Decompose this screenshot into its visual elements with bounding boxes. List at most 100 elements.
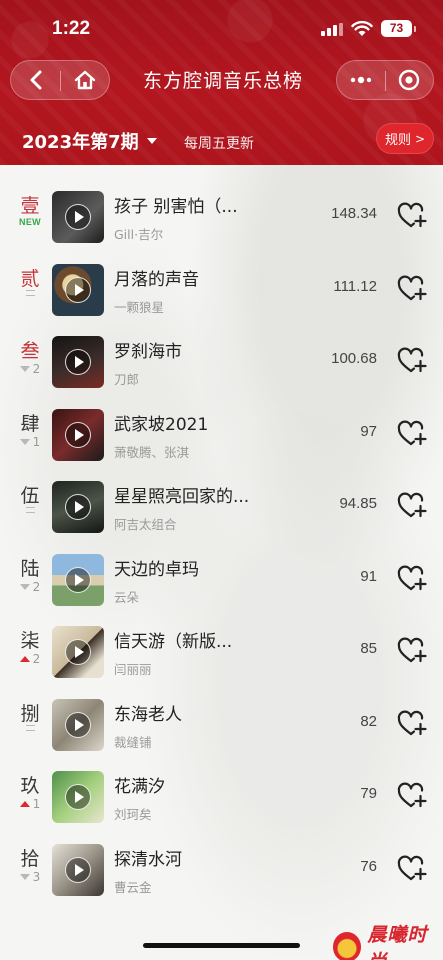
rank-number: 柒 [20, 630, 40, 652]
add-favorite-heart-icon[interactable] [397, 202, 427, 230]
artist-name: 云朵 [114, 589, 140, 605]
add-favorite-heart-icon[interactable] [397, 637, 427, 665]
song-title: 探清水河 [114, 849, 182, 870]
artist-name: 闫丽丽 [114, 662, 152, 677]
rank-trend [12, 507, 48, 513]
trend-change: 2 [32, 652, 41, 666]
artist-name: 刘珂矣 [114, 807, 152, 822]
chart-row[interactable]: 叁 2 罗刹海市 刀郎 100.68 [0, 328, 443, 400]
home-indicator[interactable] [143, 943, 300, 948]
chart-row[interactable]: 柒 2 信天游（新版... 闫丽丽 85 [0, 618, 443, 690]
song-score: 111.12 [333, 277, 377, 295]
trend-change: 2 [32, 362, 41, 376]
triangle-up-icon [19, 801, 30, 807]
album-cover[interactable] [52, 553, 104, 606]
equal-icon [25, 289, 35, 296]
rank-trend: NEW [12, 217, 48, 227]
play-icon[interactable] [65, 566, 91, 593]
song-title: 武家坡2021 [114, 414, 209, 435]
watermark: 晨曦时尚 [333, 920, 443, 960]
rank-trend: 1 [12, 797, 48, 811]
week-label: 2023年第7期 [22, 132, 139, 153]
back-button[interactable] [11, 61, 60, 99]
artist-name: 裁缝铺 [114, 734, 152, 750]
artist-name: 萧敬腾、张淇 [114, 444, 190, 460]
chart-row[interactable]: 伍 星星照亮回家的... 阿吉太组合 94.85 [0, 473, 443, 545]
add-favorite-heart-icon[interactable] [397, 275, 427, 303]
rank-trend: 3 [12, 870, 48, 884]
target-close-icon [398, 69, 420, 91]
chevron-right-icon: > [414, 131, 426, 146]
play-icon[interactable] [65, 494, 91, 520]
signal-icon [321, 23, 343, 36]
play-icon[interactable] [65, 639, 91, 665]
rank-number: 壹 [20, 195, 40, 217]
album-cover[interactable] [52, 336, 104, 388]
nav-left-capsule [10, 60, 110, 100]
battery-level: 73 [389, 21, 404, 35]
chart-row[interactable]: 贰 月落的声音 一颗狼星 111.12 [0, 256, 443, 328]
add-favorite-heart-icon[interactable] [397, 710, 427, 738]
add-favorite-heart-icon[interactable] [397, 782, 427, 810]
status-bar: 1:22 73 [0, 0, 443, 58]
battery-icon: 73 [381, 20, 416, 37]
song-score: 91 [360, 567, 377, 585]
rank-number: 拾 [20, 847, 40, 870]
chart-row[interactable]: 拾 3 探清水河 曹云金 76 [0, 836, 443, 908]
triangle-down-icon [19, 873, 30, 880]
song-score: 97 [360, 422, 377, 440]
play-icon[interactable] [65, 204, 91, 230]
play-icon[interactable] [65, 784, 91, 810]
add-favorite-heart-icon[interactable] [397, 565, 427, 593]
more-button[interactable] [337, 61, 385, 99]
rank-number: 肆 [20, 412, 40, 435]
wifi-icon [351, 20, 373, 36]
add-favorite-heart-icon[interactable] [397, 492, 427, 520]
album-cover[interactable] [52, 843, 104, 896]
equal-icon [25, 507, 35, 513]
album-cover[interactable] [52, 408, 104, 461]
triangle-up-icon [19, 656, 30, 662]
song-score: 82 [360, 712, 377, 730]
artist-name: 曹云金 [114, 879, 152, 895]
artist-name: 刀郎 [114, 372, 140, 387]
close-miniprogram-button[interactable] [385, 61, 433, 99]
artist-name: 一颗狼星 [114, 299, 165, 315]
album-cover[interactable] [52, 771, 104, 823]
home-button[interactable] [60, 61, 109, 99]
chart-row[interactable]: 肆 1 武家坡2021 萧敬腾、张淇 97 [0, 401, 443, 473]
chart-row[interactable]: 陆 2 天边的卓玛云朵 91 [0, 546, 443, 618]
chart-row[interactable]: 捌 东海老人 裁缝铺 82 [0, 691, 443, 763]
rules-button[interactable]: 规则 > [376, 123, 434, 154]
chart-row[interactable]: 壹 NEW 孩子 别害怕（... Gill·吉尔 148.34 [0, 183, 443, 255]
song-score: 148.34 [331, 205, 377, 222]
song-score: 94.85 [339, 495, 377, 512]
rank-number: 陆 [20, 557, 40, 580]
play-icon[interactable] [65, 421, 91, 448]
add-favorite-heart-icon[interactable] [397, 420, 427, 448]
triangle-down-icon [19, 438, 30, 445]
week-selector[interactable]: 2023年第7期 [22, 128, 157, 154]
rank-trend: 2 [12, 362, 48, 376]
album-cover[interactable] [52, 626, 104, 678]
play-icon[interactable] [65, 856, 91, 883]
album-cover[interactable] [52, 191, 104, 243]
play-icon[interactable] [65, 711, 91, 738]
watermark-logo-icon [333, 932, 362, 960]
chart-row[interactable]: 玖 1 花满汐 刘珂矣 79 [0, 763, 443, 835]
song-title: 信天游（新版... [114, 632, 233, 652]
album-cover[interactable] [52, 263, 104, 316]
play-icon[interactable] [65, 349, 91, 375]
play-icon[interactable] [65, 276, 91, 303]
nav-right-capsule [336, 60, 434, 100]
trend-change: 1 [32, 797, 41, 811]
add-favorite-heart-icon[interactable] [397, 855, 427, 883]
rank-trend: 2 [12, 580, 48, 594]
add-favorite-heart-icon[interactable] [397, 347, 427, 375]
album-cover[interactable] [52, 481, 104, 533]
song-title: 东海老人 [114, 704, 182, 725]
page-title: 东方腔调音乐总榜 [142, 70, 303, 92]
rank-number: 伍 [20, 485, 40, 507]
song-title: 天边的卓玛 [114, 559, 199, 580]
album-cover[interactable] [52, 698, 104, 751]
